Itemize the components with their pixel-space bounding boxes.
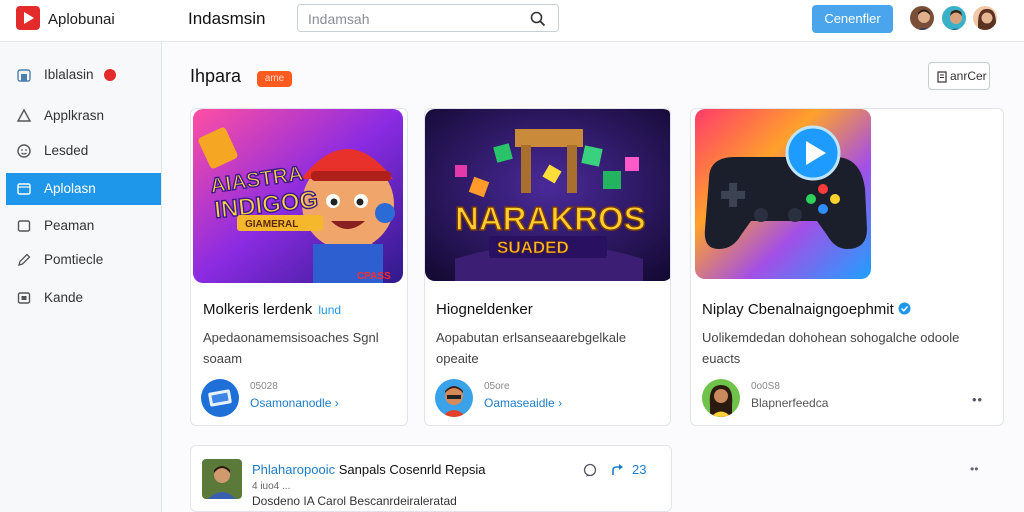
user-avatar-3[interactable]: [971, 4, 999, 32]
card-description-line: Uolikemdedan dohohean sohogalche odoole: [702, 330, 960, 345]
sidebar-item-home[interactable]: Iblalasin: [6, 59, 161, 91]
author-name-text: Oamaseaidle: [484, 396, 555, 410]
card-2-artwork[interactable]: NARAKROS SUADED: [425, 109, 670, 281]
sidebar-item-active[interactable]: Aplolasn: [6, 173, 161, 205]
card-description-line: opeaite: [436, 351, 479, 366]
chevron-right-icon: ›: [558, 396, 563, 410]
comment-icon[interactable]: [583, 463, 597, 477]
sidebar-item-kande[interactable]: Kande: [6, 282, 161, 314]
sidebar: Iblalasin Applkrasn Lesded Aplolasn Peam…: [0, 42, 162, 512]
connect-button[interactable]: Cenenfler: [812, 5, 893, 33]
author-name[interactable]: Oamaseaidle ›: [484, 396, 562, 410]
card-title-text: Niplay Cbenalnaigngoephmit: [702, 301, 894, 318]
card-title[interactable]: Molkeris lerdenk lund: [203, 301, 341, 318]
author-avatar[interactable]: [435, 379, 473, 417]
author-avatar[interactable]: [201, 379, 239, 417]
feed-title-rest: Sanpals Cosenrld Repsia: [338, 462, 486, 477]
app-card-2[interactable]: NARAKROS SUADED Hiogneldenker Aopabutan …: [424, 108, 671, 426]
app-logo[interactable]: [16, 6, 40, 30]
feed-item[interactable]: Phlaharopooic Sanpals Cosenrld Repsia 4 …: [190, 445, 672, 512]
user-avatar-1[interactable]: [908, 4, 936, 32]
card-title-chip: lund: [318, 303, 342, 317]
author-meta: 0o0S8: [751, 381, 780, 392]
app-card-3[interactable]: Niplay Cbenalnaigngoephmit Uolikemdedan …: [690, 108, 1004, 426]
feed-subtitle: Dosdeno IA Carol Bescanrdeiraleratad: [252, 494, 457, 508]
sidebar-item-label: Applkrasn: [44, 108, 105, 123]
card-title[interactable]: Niplay Cbenalnaigngoephmit: [702, 301, 911, 318]
sidebar-item-label: Iblalasin: [44, 67, 94, 82]
author-name-text: Osamonanodle: [250, 396, 332, 410]
notification-badge: [104, 69, 116, 81]
chevron-right-icon: ›: [334, 396, 339, 410]
sidebar-item-label: Pomtiecle: [44, 252, 104, 267]
app-card-1[interactable]: AIASTRA INDIGOG GIAMERAL CPASS Molkeris …: [190, 108, 408, 426]
sidebar-item-label: Kande: [44, 290, 84, 305]
author-name[interactable]: Blapnerfeedca: [751, 396, 828, 410]
more-options-icon[interactable]: ••: [970, 462, 978, 476]
card-1-artwork[interactable]: AIASTRA INDIGOG GIAMERAL CPASS: [193, 109, 403, 283]
sidebar-item-applications[interactable]: Applkrasn: [6, 100, 161, 132]
feed-share-count: 23: [632, 462, 647, 477]
sidebar-item-label: Aplolasn: [44, 181, 96, 196]
folder-icon: [17, 183, 31, 195]
feed-title-link[interactable]: Phlaharopooic: [252, 462, 335, 477]
share-icon[interactable]: [611, 463, 625, 477]
card-description: Apedaonamemsisoaches Sgnl soaam: [203, 327, 403, 369]
card-title-text: Molkeris lerdenk: [203, 301, 313, 318]
verified-icon: [898, 302, 911, 315]
pencil-icon: [18, 253, 31, 266]
sidebar-item-loaded[interactable]: Lesded: [6, 135, 161, 167]
page-title: Indasmsin: [188, 9, 266, 28]
triangle-icon: [16, 108, 32, 122]
author-meta: 05ore: [484, 381, 510, 392]
search-icon[interactable]: [530, 11, 546, 27]
section-title: Ihpara: [190, 66, 242, 86]
sidebar-item-peaman[interactable]: Peaman: [6, 210, 161, 242]
top-bar: Aplobunai Indasmsin Cenenfler: [0, 0, 1024, 42]
card-description-line: Aopabutan erlsanseaarebgelkale: [436, 330, 627, 345]
section-action-label: anrCer: [950, 69, 987, 83]
sidebar-item-pomtiecle[interactable]: Pomtiecle: [6, 244, 161, 276]
card-2-art-title-top: NARAKROS: [455, 200, 646, 237]
card-1-art-corner: CPASS: [357, 271, 391, 282]
section-tag: ame: [257, 71, 292, 87]
card-3-artwork[interactable]: [695, 109, 871, 279]
section-action-button[interactable]: anrCer: [928, 62, 990, 90]
more-options-icon[interactable]: ••: [972, 392, 983, 407]
app-name: Aplobunai: [48, 11, 115, 28]
author-name[interactable]: Osamonanodle ›: [250, 396, 339, 410]
feed-meta: 4 iuo4 ...: [252, 481, 291, 492]
feed-title[interactable]: Phlaharopooic Sanpals Cosenrld Repsia: [252, 462, 485, 477]
author-avatar[interactable]: [702, 379, 740, 417]
sidebar-item-label: Peaman: [44, 218, 95, 233]
card-description-line: soaam: [203, 351, 243, 366]
user-avatar-2[interactable]: [940, 4, 968, 32]
card-description-line: Apedaonamemsisoaches Sgnl: [203, 330, 379, 345]
card-1-art-title-low: GIAMERAL: [245, 219, 298, 230]
card-2-art-title-low: SUADED: [497, 238, 569, 257]
sidebar-item-label: Lesded: [44, 143, 89, 158]
author-meta: 05028: [250, 381, 278, 392]
feed-thumbnail[interactable]: [202, 459, 242, 499]
play-icon: [24, 12, 34, 24]
card-description: Uolikemdedan dohohean sohogalche odoole …: [702, 327, 998, 369]
card-description-line: euacts: [702, 351, 741, 366]
search-box[interactable]: [297, 4, 559, 32]
card-description: Aopabutan erlsanseaarebgelkale opeaite: [436, 327, 666, 369]
box-icon: [17, 292, 31, 304]
smiley-icon: [17, 144, 31, 158]
square-icon: [17, 220, 31, 232]
search-input[interactable]: [308, 9, 518, 29]
card-title[interactable]: Hiogneldenker: [436, 301, 533, 318]
document-icon: [937, 71, 947, 83]
home-icon: [17, 69, 31, 82]
